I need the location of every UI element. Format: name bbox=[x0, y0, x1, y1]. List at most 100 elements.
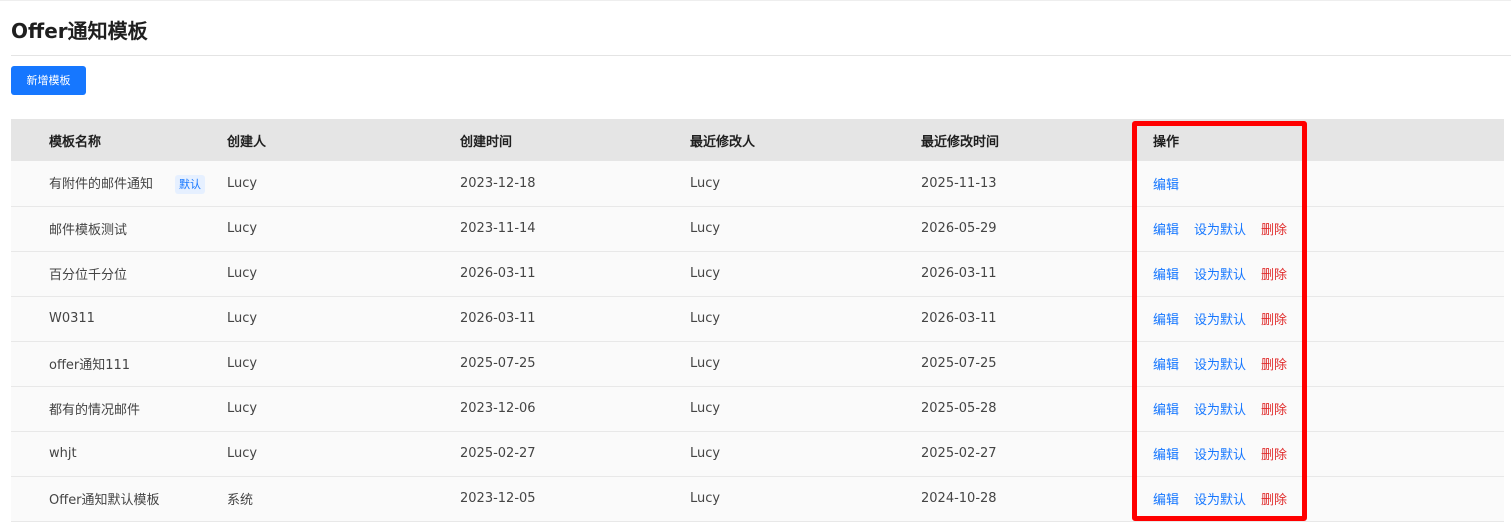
cell-modifier: Lucy bbox=[690, 206, 921, 251]
cell-created-time-text: 2023-12-18 bbox=[460, 175, 536, 191]
cell-creator-text: Lucy bbox=[227, 356, 258, 371]
column-header-name: 模板名称 bbox=[49, 134, 102, 150]
header-divider bbox=[11, 55, 1511, 56]
cell-created-time-text: 2025-02-27 bbox=[460, 446, 536, 461]
cell-created-time-text: 2023-12-06 bbox=[460, 401, 536, 416]
set-default-link[interactable]: 设为默认 bbox=[1194, 264, 1246, 283]
cell-modifier: Lucy bbox=[690, 161, 921, 206]
column-header-modified-time: 最近修改时间 bbox=[921, 134, 1000, 150]
table-header-row: 模板名称 创建人 创建时间 最近修改人 最近修改时间 操作 bbox=[11, 119, 1504, 161]
cell-actions: 编辑 设为默认 删除 bbox=[1153, 251, 1504, 296]
edit-link[interactable]: 编辑 bbox=[1153, 399, 1179, 418]
cell-creator-text: Lucy bbox=[227, 311, 258, 326]
edit-link[interactable]: 编辑 bbox=[1153, 264, 1179, 283]
cell-modifier: Lucy bbox=[690, 251, 921, 296]
cell-created-time: 2025-07-25 bbox=[460, 341, 690, 386]
cell-template-name: 有附件的邮件通知 默认 bbox=[11, 161, 227, 206]
cell-created-time-text: 2026-03-11 bbox=[460, 311, 536, 326]
cell-modifier: Lucy bbox=[690, 386, 921, 431]
cell-creator: Lucy bbox=[227, 206, 460, 251]
edit-link[interactable]: 编辑 bbox=[1153, 309, 1179, 328]
delete-link[interactable]: 删除 bbox=[1261, 489, 1287, 508]
cell-creator-text: Lucy bbox=[227, 401, 258, 416]
cell-creator-text: Lucy bbox=[227, 446, 258, 461]
cell-modifier-text: Lucy bbox=[690, 175, 721, 191]
cell-creator: Lucy bbox=[227, 251, 460, 296]
column-header-created-time: 创建时间 bbox=[460, 134, 513, 150]
cell-modified-time: 2024-10-28 bbox=[921, 476, 1153, 521]
cell-created-time-text: 2023-12-05 bbox=[460, 491, 536, 506]
delete-link[interactable]: 删除 bbox=[1261, 444, 1287, 463]
cell-template-name-text: offer通知111 bbox=[49, 358, 131, 373]
cell-actions: 编辑 设为默认 删除 bbox=[1153, 386, 1504, 431]
cell-created-time: 2023-12-06 bbox=[460, 386, 690, 431]
cell-modifier-text: Lucy bbox=[690, 266, 721, 281]
edit-link[interactable]: 编辑 bbox=[1153, 219, 1179, 238]
table-row: 都有的情况邮件 Lucy 2023-12-06 Lucy 2025-05-28 编辑 设为默… bbox=[11, 386, 1504, 431]
delete-link[interactable]: 删除 bbox=[1261, 264, 1287, 283]
delete-link[interactable]: 删除 bbox=[1261, 354, 1287, 373]
delete-link[interactable]: 删除 bbox=[1261, 309, 1287, 328]
set-default-link[interactable]: 设为默认 bbox=[1194, 489, 1246, 508]
set-default-link[interactable]: 设为默认 bbox=[1194, 219, 1246, 238]
cell-modified-time-text: 2024-10-28 bbox=[921, 491, 997, 506]
page-title: Offer通知模板 bbox=[11, 19, 148, 43]
edit-link[interactable]: 编辑 bbox=[1153, 489, 1179, 508]
table-row: Offer通知默认模板 系统 2023-12-05 Lucy 2024-10-28 编辑设… bbox=[11, 476, 1504, 521]
cell-template-name-text: W0311 bbox=[49, 311, 95, 326]
table-row: W0311 Lucy 2026-03-11 Lucy 2026-03-11 编辑 设为默认删… bbox=[11, 296, 1504, 341]
table-body: 有附件的邮件通知 默认 Lucy 2023-12-18 Lucy 2025-11-13 编辑… bbox=[11, 161, 1504, 521]
delete-link[interactable]: 删除 bbox=[1261, 399, 1287, 418]
table-header: 模板名称 创建人 创建时间 最近修改人 最近修改时间 操作 bbox=[11, 119, 1504, 161]
cell-created-time-text: 2026-03-11 bbox=[460, 266, 536, 281]
cell-template-name: W0311 bbox=[11, 296, 227, 341]
column-header-creator: 创建人 bbox=[227, 134, 267, 150]
table-row: whjt Lucy 2025-02-27 Lucy 2025-02-27 编辑 设为默认 删除 bbox=[11, 431, 1504, 476]
cell-creator: Lucy bbox=[227, 386, 460, 431]
column-header-actions: 操作 bbox=[1153, 134, 1180, 150]
cell-modified-time: 2025-05-28 bbox=[921, 386, 1153, 431]
cell-modifier: Lucy bbox=[690, 431, 921, 476]
cell-created-time-text: 2025-07-25 bbox=[460, 356, 536, 371]
cell-creator-text: Lucy bbox=[227, 175, 258, 191]
cell-template-name: offer通知111 bbox=[11, 341, 227, 386]
cell-creator: Lucy bbox=[227, 431, 460, 476]
offer-template-page: Offer通知模板 新增模板 模板名称 创建人 创建时间 最近修改人 最近修改时… bbox=[0, 0, 1511, 524]
cell-template-name-text: 百分位千分位 bbox=[49, 268, 128, 283]
cell-created-time: 2023-12-05 bbox=[460, 476, 690, 521]
cell-actions: 编辑 设为默认 删除 bbox=[1153, 206, 1504, 251]
cell-creator: Lucy bbox=[227, 161, 460, 206]
delete-link[interactable]: 删除 bbox=[1261, 219, 1287, 238]
template-table: 模板名称 创建人 创建时间 最近修改人 最近修改时间 操作 有附件的邮件通知 默认… bbox=[11, 119, 1504, 522]
edit-link[interactable]: 编辑 bbox=[1153, 354, 1179, 373]
cell-actions: 编辑 bbox=[1153, 161, 1504, 206]
add-template-button[interactable]: 新增模板 bbox=[11, 66, 86, 95]
cell-actions: 编辑 设为默认 删除 bbox=[1153, 296, 1504, 341]
cell-modifier-text: Lucy bbox=[690, 491, 721, 506]
column-header-modifier: 最近修改人 bbox=[690, 134, 756, 150]
table-row: 百分位千分位 Lucy 2026-03-11 Lucy 2026-03-11 编辑 设为默认… bbox=[11, 251, 1504, 296]
edit-link[interactable]: 编辑 bbox=[1153, 174, 1179, 193]
set-default-link[interactable]: 设为默认 bbox=[1194, 444, 1246, 463]
cell-template-name: 都有的情况邮件 bbox=[11, 386, 227, 431]
cell-modifier-text: Lucy bbox=[690, 356, 721, 371]
edit-link[interactable]: 编辑 bbox=[1153, 444, 1179, 463]
cell-template-name-text: 有附件的邮件通知 bbox=[49, 176, 154, 192]
cell-actions: 编辑 设为默认 删除 bbox=[1153, 431, 1504, 476]
cell-template-name: 百分位千分位 bbox=[11, 251, 227, 296]
cell-creator: 系统 bbox=[227, 476, 460, 521]
cell-actions: 编辑 设为默认 删除 bbox=[1153, 341, 1504, 386]
cell-creator: Lucy bbox=[227, 341, 460, 386]
set-default-link[interactable]: 设为默认 bbox=[1194, 354, 1246, 373]
cell-created-time: 2025-02-27 bbox=[460, 431, 690, 476]
cell-created-time-text: 2023-11-14 bbox=[460, 221, 536, 236]
set-default-link[interactable]: 设为默认 bbox=[1194, 399, 1246, 418]
cell-modified-time-text: 2025-11-13 bbox=[921, 175, 997, 191]
cell-creator-text: Lucy bbox=[227, 266, 258, 281]
cell-modified-time-text: 2025-05-28 bbox=[921, 401, 997, 416]
cell-created-time: 2023-12-18 bbox=[460, 161, 690, 206]
cell-actions: 编辑 设为默认 删除 bbox=[1153, 476, 1504, 521]
cell-modified-time-text: 2026-03-11 bbox=[921, 266, 997, 281]
set-default-link[interactable]: 设为默认 bbox=[1194, 309, 1246, 328]
cell-created-time: 2026-03-11 bbox=[460, 251, 690, 296]
